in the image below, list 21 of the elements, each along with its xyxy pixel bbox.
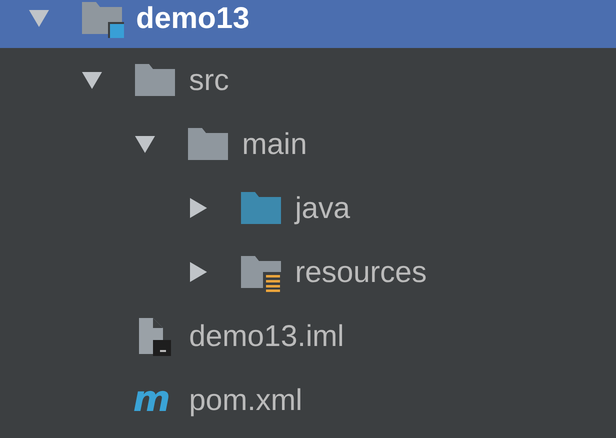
tree-item-label: java xyxy=(295,190,350,226)
tree-row[interactable]: java xyxy=(0,176,616,240)
tree-item-label: pom.xml xyxy=(189,382,302,418)
selected-tree-row[interactable]: demo13 xyxy=(0,0,616,48)
expanded-arrow-icon[interactable] xyxy=(134,133,156,155)
tree-item-label: demo13.iml xyxy=(189,318,344,354)
tree-row[interactable]: m pom.xml xyxy=(0,368,616,432)
tree-row[interactable]: demo13.iml xyxy=(0,304,616,368)
tree-row[interactable]: main xyxy=(0,112,616,176)
expanded-arrow-icon[interactable] xyxy=(81,69,103,91)
tree-row[interactable]: resources xyxy=(0,240,616,304)
collapsed-arrow-icon[interactable] xyxy=(187,197,209,219)
module-folder-icon xyxy=(80,0,124,38)
tree-item-label: src xyxy=(189,62,229,98)
tree-row[interactable]: src xyxy=(0,48,616,112)
maven-icon: m xyxy=(133,382,177,418)
expanded-arrow-icon[interactable] xyxy=(28,7,50,29)
tree-item-label: resources xyxy=(295,254,427,290)
tree-item-label: demo13 xyxy=(136,0,250,36)
collapsed-arrow-icon[interactable] xyxy=(187,261,209,283)
tree-item-label: main xyxy=(242,126,308,162)
